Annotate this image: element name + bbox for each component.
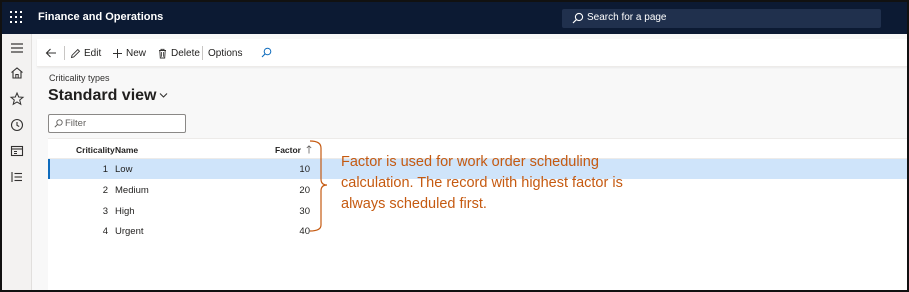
options-label: Options bbox=[208, 47, 243, 59]
search-icon bbox=[572, 12, 584, 24]
column-header-factor[interactable]: Factor bbox=[275, 145, 312, 155]
app-title[interactable]: Finance and Operations bbox=[38, 11, 163, 23]
trash-icon bbox=[159, 48, 166, 58]
favorites-star-icon[interactable] bbox=[9, 91, 25, 107]
search-placeholder: Search for a page bbox=[587, 12, 667, 23]
view-selector[interactable]: Standard view bbox=[48, 87, 168, 105]
sort-ascending-arrow-icon bbox=[306, 145, 312, 154]
delete-label: Delete bbox=[171, 47, 200, 59]
workspaces-icon[interactable] bbox=[9, 143, 25, 159]
factor-cell: 30 bbox=[299, 206, 310, 217]
filter-box[interactable] bbox=[48, 114, 186, 133]
annotation-note: Factor is used for work order scheduling… bbox=[341, 154, 623, 212]
selected-row-indicator bbox=[48, 159, 50, 179]
factor-cell: 20 bbox=[299, 185, 310, 196]
page-search-box[interactable]: Search for a page bbox=[562, 9, 881, 28]
page-title: Standard view bbox=[48, 87, 157, 104]
chevron-down-icon bbox=[160, 93, 168, 99]
home-icon[interactable] bbox=[9, 65, 25, 81]
edit-button[interactable]: Edit bbox=[70, 45, 101, 61]
criticality-cell: 1 bbox=[102, 164, 108, 175]
factor-cell: 40 bbox=[299, 226, 310, 237]
search-icon[interactable] bbox=[261, 47, 272, 58]
delete-button[interactable]: Delete bbox=[157, 45, 200, 61]
name-cell: Urgent bbox=[115, 226, 144, 237]
pencil-icon bbox=[70, 48, 81, 58]
top-bar: Finance and Operations Search for a page bbox=[2, 2, 907, 34]
criticality-cell: 4 bbox=[102, 226, 108, 237]
modules-list-icon[interactable] bbox=[9, 169, 25, 185]
left-navigation bbox=[2, 34, 32, 290]
options-button[interactable]: Options bbox=[208, 45, 242, 61]
recent-clock-icon[interactable] bbox=[9, 117, 25, 133]
column-header-name[interactable]: Name bbox=[115, 145, 138, 155]
edit-label: Edit bbox=[84, 47, 102, 59]
breadcrumb: Criticality types bbox=[49, 73, 110, 83]
name-cell: Medium bbox=[115, 185, 149, 196]
plus-icon bbox=[113, 48, 122, 58]
hamburger-menu-icon[interactable] bbox=[9, 40, 25, 56]
app-window: Finance and Operations Search for a page bbox=[0, 0, 909, 292]
back-arrow-icon[interactable] bbox=[45, 47, 57, 59]
new-button[interactable]: New bbox=[112, 45, 146, 61]
divider bbox=[64, 46, 65, 60]
new-label: New bbox=[126, 47, 147, 59]
criticality-cell: 2 bbox=[102, 185, 108, 196]
table-row[interactable]: 4 Urgent 40 bbox=[48, 221, 907, 241]
divider bbox=[202, 46, 203, 60]
criticality-cell: 3 bbox=[102, 206, 108, 217]
search-icon bbox=[54, 119, 63, 128]
factor-header-label: Factor bbox=[275, 145, 301, 155]
action-pane: Edit New Delete Options bbox=[37, 39, 907, 67]
filter-input[interactable] bbox=[65, 117, 181, 130]
column-header-criticality[interactable]: Criticality bbox=[76, 145, 115, 155]
name-cell: Low bbox=[115, 164, 133, 175]
app-launcher-icon[interactable] bbox=[10, 11, 24, 25]
factor-cell: 10 bbox=[299, 164, 310, 175]
name-cell: High bbox=[115, 206, 135, 217]
